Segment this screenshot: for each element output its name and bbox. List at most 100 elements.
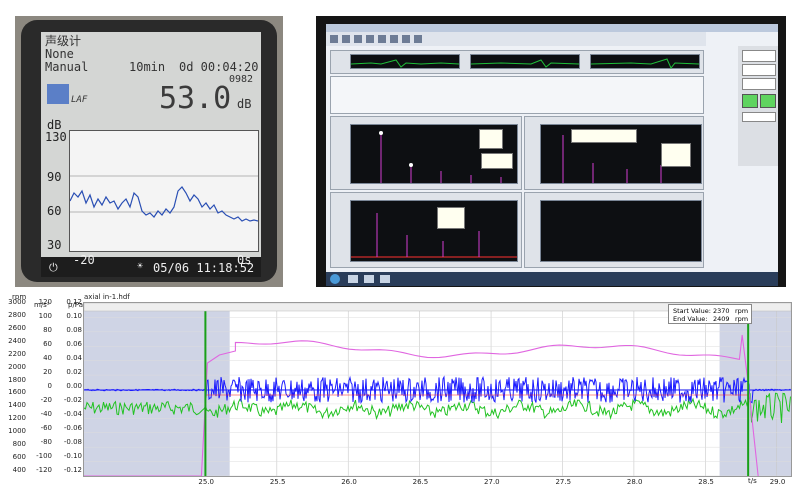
taskbar-app-icon[interactable] bbox=[380, 275, 390, 283]
time-trace-graph[interactable] bbox=[470, 54, 580, 69]
toolbar-button[interactable] bbox=[366, 35, 374, 43]
x-tick-label: 27.5 bbox=[555, 478, 572, 486]
meter-y-tick: 130 bbox=[45, 130, 67, 144]
meter-power-icon: ⏻ bbox=[49, 261, 58, 274]
meter-x-left: -20 bbox=[73, 253, 95, 267]
y-tick-label: 3000 bbox=[8, 298, 26, 306]
time-history-plot[interactable] bbox=[83, 302, 792, 477]
x-tick-label: 25.0 bbox=[198, 478, 214, 486]
spectrum-tooltip bbox=[437, 207, 465, 229]
y-tick-label: 60 bbox=[43, 340, 52, 348]
pressure-axis: 0.12 0.10 0.08 0.06 0.04 0.02 0.00 -0.02 -0.04 -0… bbox=[54, 290, 84, 500]
toolbar-button[interactable] bbox=[330, 35, 338, 43]
y-tick-label: 0.04 bbox=[66, 354, 82, 362]
y-tick-label: 20 bbox=[43, 368, 52, 376]
y-tick-label: -40 bbox=[40, 410, 52, 418]
spectrum-graph[interactable] bbox=[350, 124, 518, 184]
y-tick-label: 0.06 bbox=[66, 340, 82, 348]
time-axis: 25.0 25.5 26.0 26.5 27.0 27.5 28.0 28.5 29.0 bbox=[0, 477, 800, 491]
x-tick-label: 26.5 bbox=[412, 478, 429, 486]
y-tick-label: 120 bbox=[38, 298, 52, 306]
y-tick-label: 1200 bbox=[8, 414, 26, 423]
taskbar-app-icon[interactable] bbox=[364, 275, 374, 283]
data-table-panel bbox=[330, 76, 704, 114]
time-history-svg bbox=[84, 303, 791, 476]
x-tick-label: 26.0 bbox=[341, 478, 357, 486]
y-tick-label: -0.08 bbox=[63, 438, 82, 446]
run-button[interactable] bbox=[760, 94, 776, 108]
window-titlebar bbox=[326, 24, 778, 32]
y-tick-label: 0.08 bbox=[66, 326, 82, 334]
vibration-axis: 120 100 80 60 40 20 0 -20 -40 -60 -80 -100 -120 bbox=[28, 290, 54, 500]
meter-mode-label: 声级计 bbox=[45, 34, 82, 48]
meter-trace-svg bbox=[69, 175, 259, 222]
y-tick-label: -80 bbox=[40, 438, 52, 446]
control-field[interactable] bbox=[742, 112, 776, 122]
control-field[interactable] bbox=[742, 50, 776, 62]
y-tick-label: 400 bbox=[12, 466, 26, 474]
rpm-axis: 3000 2800 2600 2400 2200 2000 1800 1600 1400 1200… bbox=[0, 290, 28, 500]
end-value: 2409 bbox=[713, 315, 730, 323]
start-button[interactable] bbox=[742, 94, 758, 108]
toolbar-button[interactable] bbox=[354, 35, 362, 43]
y-tick-label: 100 bbox=[38, 312, 52, 320]
spectrum-tooltip bbox=[661, 143, 691, 167]
start-value-unit: rpm bbox=[735, 307, 749, 315]
control-field[interactable] bbox=[742, 78, 776, 90]
y-tick-label: -0.12 bbox=[63, 466, 82, 474]
monitor-photo bbox=[316, 16, 786, 287]
y-tick-label: 80 bbox=[43, 326, 52, 334]
toolbar-button[interactable] bbox=[414, 35, 422, 43]
y-tick-label: 2600 bbox=[8, 323, 26, 332]
toolbar-button[interactable] bbox=[342, 35, 350, 43]
y-tick-label: 0.12 bbox=[66, 298, 82, 306]
meter-sun-icon: ☀ bbox=[137, 261, 144, 272]
taskbar-app-icon[interactable] bbox=[348, 275, 358, 283]
meter-line1: None bbox=[45, 47, 74, 61]
time-trace-graph[interactable] bbox=[590, 54, 700, 69]
y-tick-label: 600 bbox=[12, 453, 26, 462]
meter-interval: 10min bbox=[129, 60, 166, 74]
time-trace-graph[interactable] bbox=[350, 54, 460, 69]
meter-history-plot bbox=[69, 130, 259, 252]
control-field[interactable] bbox=[742, 64, 776, 76]
y-tick-label: -0.06 bbox=[63, 424, 82, 432]
y-tick-label: -60 bbox=[40, 424, 52, 432]
toolbar-button[interactable] bbox=[390, 35, 398, 43]
y-tick-label: 40 bbox=[43, 354, 52, 362]
y-tick-label: -20 bbox=[40, 396, 52, 404]
toolbar-button[interactable] bbox=[402, 35, 410, 43]
y-tick-label: 1800 bbox=[8, 375, 26, 384]
meter-x-right: 0s bbox=[237, 253, 252, 267]
y-tick-label: 0.10 bbox=[66, 312, 82, 320]
spectrum-tooltip bbox=[571, 129, 637, 143]
start-value: 2370 bbox=[713, 307, 730, 315]
y-tick-label: 2400 bbox=[8, 336, 26, 345]
y-tick-label: -100 bbox=[36, 452, 52, 460]
file-label: axial in-1.hdf bbox=[84, 293, 130, 301]
meter-case: 声级计 None Manual 10min 0d 00:04:20 0982 L… bbox=[21, 20, 277, 282]
spectrum-tooltip bbox=[479, 129, 503, 149]
x-tick-label: 29.0 bbox=[769, 478, 786, 486]
end-value-label: End Value: bbox=[673, 315, 708, 323]
spectrum-graph[interactable] bbox=[350, 200, 518, 262]
y-tick-label: -0.10 bbox=[63, 452, 82, 460]
start-menu-icon[interactable] bbox=[330, 274, 340, 284]
y-tick-label: -120 bbox=[36, 466, 52, 474]
os-taskbar bbox=[326, 272, 778, 286]
monitor-screen bbox=[326, 24, 778, 286]
meter-y-tick: 60 bbox=[47, 204, 62, 218]
y-tick-label: 2800 bbox=[8, 310, 26, 319]
y-tick-label: 0 bbox=[47, 382, 52, 390]
meter-y-tick: 90 bbox=[47, 170, 62, 184]
x-tick-label: 28.0 bbox=[626, 478, 643, 486]
toolbar-button[interactable] bbox=[378, 35, 386, 43]
spectrum-graph[interactable] bbox=[540, 124, 702, 184]
empty-graph[interactable] bbox=[540, 200, 702, 262]
meter-display: 声级计 None Manual 10min 0d 00:04:20 0982 L… bbox=[41, 32, 261, 277]
spectrum-tooltip bbox=[481, 153, 513, 169]
x-tick-label: 27.0 bbox=[484, 478, 500, 486]
sound-meter-photo: 声级计 None Manual 10min 0d 00:04:20 0982 L… bbox=[15, 16, 283, 287]
analysis-chart: rpm 3000 2800 2600 2400 2200 2000 1800 1600 1400… bbox=[0, 290, 800, 500]
y-tick-label: -0.04 bbox=[63, 410, 82, 418]
